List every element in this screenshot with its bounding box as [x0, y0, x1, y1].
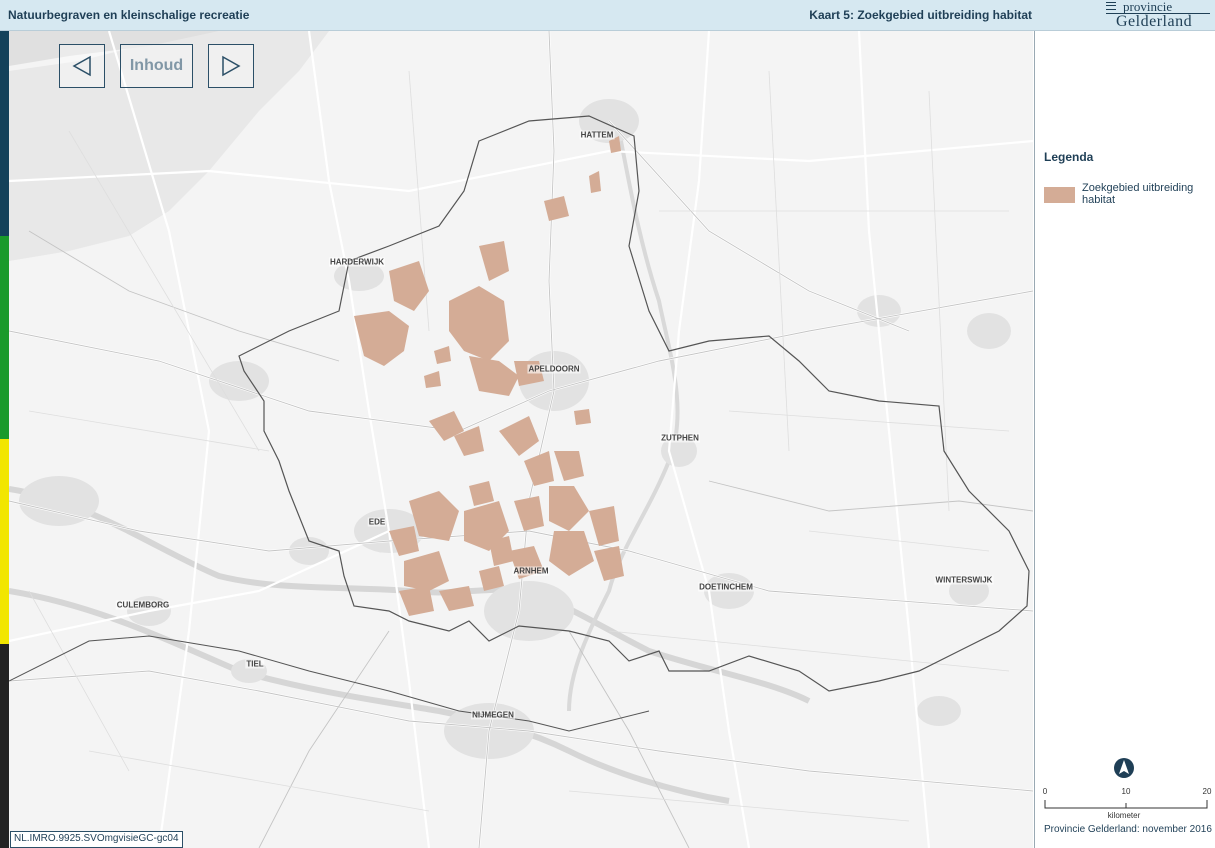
triangle-right-icon	[222, 55, 241, 77]
legend-label-habitat: Zoekgebied uitbreiding habitat	[1082, 182, 1194, 206]
strip-black	[0, 644, 9, 848]
city-label-ede: EDE	[367, 517, 387, 527]
legend-swatch-habitat	[1044, 187, 1075, 203]
document-title: Natuurbegraven en kleinschalige recreati…	[8, 8, 250, 22]
triangle-left-icon	[72, 55, 91, 77]
city-label-arnhem: ARNHEM	[512, 566, 550, 576]
city-label-hattem: HATTEM	[579, 130, 615, 140]
map-title: Kaart 5: Zoekgebied uitbreiding habitat	[809, 8, 1032, 22]
header-bar: Natuurbegraven en kleinschalige recreati…	[0, 0, 1215, 31]
city-label-doetinchem: DOETINCHEM	[698, 582, 754, 592]
legend-panel: Legenda Zoekgebied uitbreiding habitat 0…	[1034, 31, 1215, 848]
city-label-zutphen: ZUTPHEN	[660, 433, 700, 443]
next-map-button[interactable]	[208, 44, 254, 88]
city-label-culemborg: CULEMBORG	[115, 600, 171, 610]
city-label-apeldoorn: APELDOORN	[527, 364, 581, 374]
menu-icon[interactable]	[1106, 2, 1116, 10]
plan-code: NL.IMRO.9925.SVOmgvisieGC-gc04	[10, 831, 183, 848]
provincie-gelderland-logo[interactable]: provincie Gelderland	[1106, 0, 1212, 31]
strip-yellow	[0, 439, 9, 644]
map-view[interactable]: HATTEM HARDERWIJK APELDOORN ZUTPHEN EDE …	[9, 31, 1033, 848]
city-label-nijmegen: NIJMEGEN	[471, 710, 515, 720]
previous-map-button[interactable]	[59, 44, 105, 88]
map-credit: Provincie Gelderland: november 2016	[1044, 824, 1212, 835]
north-arrow-icon	[1114, 758, 1134, 778]
city-label-winterswijk: WINTERSWIJK	[934, 575, 994, 585]
logo-line-gelderland: Gelderland	[1116, 13, 1193, 30]
map-canvas	[9, 31, 1033, 848]
scale-bar: 0 10 20 kilometer	[1041, 786, 1212, 820]
scale-unit: kilometer	[1107, 811, 1141, 820]
strip-blue	[0, 31, 9, 236]
strip-green	[0, 236, 9, 439]
city-label-harderwijk: HARDERWIJK	[328, 257, 386, 267]
legend-title: Legenda	[1044, 150, 1094, 164]
color-strip	[0, 31, 9, 848]
city-label-tiel: TIEL	[245, 659, 265, 669]
contents-button[interactable]: Inhoud	[120, 44, 193, 88]
